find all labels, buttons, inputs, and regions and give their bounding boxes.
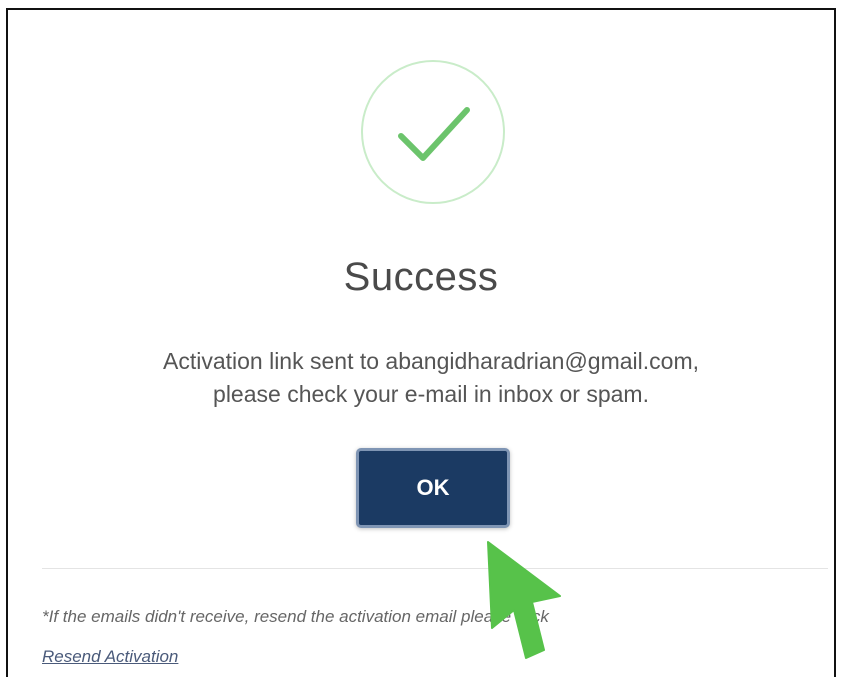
dialog-message: Activation link sent to abangidharadrian… <box>8 345 848 411</box>
dialog-message-line-2: please check your e-mail in inbox or spa… <box>213 381 649 407</box>
success-check-badge <box>361 60 505 204</box>
success-dialog: Success Activation link sent to abangidh… <box>6 8 836 677</box>
dialog-message-line-1: Activation link sent to abangidharadrian… <box>162 348 700 374</box>
arrow-pointer-icon <box>487 541 561 659</box>
ok-button[interactable]: OK <box>356 448 510 528</box>
check-icon <box>398 107 470 161</box>
divider <box>42 568 828 569</box>
resend-activation-link[interactable]: Resend Activation <box>42 647 178 667</box>
dialog-title: Success <box>343 255 499 299</box>
